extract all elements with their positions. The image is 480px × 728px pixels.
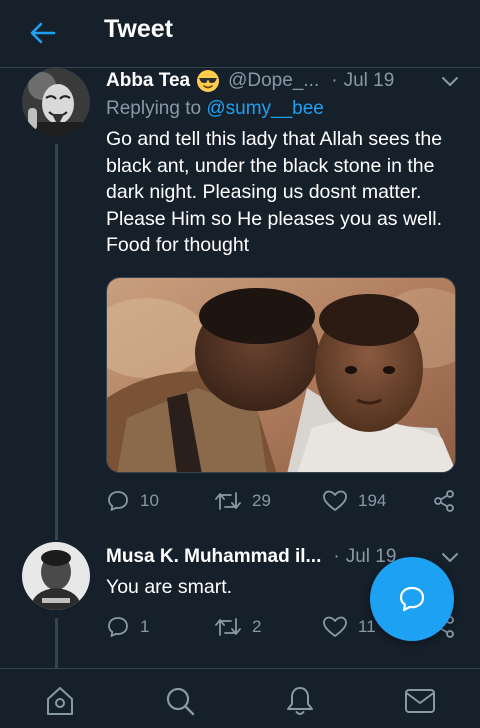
like-count: 11 — [358, 617, 376, 636]
separator-dot: · — [331, 70, 338, 91]
replying-to: Replying to @sumy__bee — [106, 98, 324, 119]
reply-button[interactable]: 10 — [106, 486, 159, 516]
tweet-text: Go and tell this lady that Allah sees th… — [106, 128, 443, 256]
tweet[interactable]: Abba Tea @Dope_... · Jul 19 Replying to … — [0, 68, 480, 540]
nav-home[interactable] — [42, 683, 78, 719]
retweet-button[interactable]: 2 — [214, 612, 261, 642]
share-icon — [434, 490, 454, 512]
search-icon — [166, 687, 195, 716]
back-button[interactable] — [26, 18, 60, 48]
tweet-media-image[interactable] — [106, 277, 456, 473]
heart-icon — [323, 616, 347, 637]
arrow-left-icon — [30, 22, 56, 44]
reply-count: 10 — [140, 491, 159, 510]
avatar[interactable] — [22, 68, 90, 136]
reply-button[interactable]: 1 — [106, 612, 149, 642]
mention-link[interactable]: @sumy__bee — [206, 98, 324, 119]
compose-reply-button[interactable] — [370, 557, 454, 641]
separator-dot: · — [333, 546, 340, 567]
display-name[interactable]: Abba Tea — [106, 70, 190, 92]
heart-icon — [323, 490, 347, 511]
tweet-actions: 10 29 194 — [106, 486, 466, 516]
retweet-icon — [215, 618, 241, 636]
app-header: Tweet — [0, 0, 480, 68]
nav-messages[interactable] — [402, 683, 438, 719]
bottom-navigation — [0, 668, 480, 728]
messages-icon — [405, 689, 435, 713]
tweet-date[interactable]: Jul 19 — [344, 70, 395, 92]
retweet-count: 2 — [252, 617, 262, 636]
like-count: 194 — [358, 491, 387, 510]
user-handle[interactable]: @Dope_... — [228, 70, 319, 92]
like-button[interactable]: 11 — [322, 612, 376, 642]
thread-line — [55, 618, 58, 670]
comment-icon — [108, 491, 128, 511]
chevron-down-icon[interactable] — [440, 71, 460, 91]
reply-count: 1 — [140, 617, 150, 636]
page-title: Tweet — [104, 15, 173, 43]
comment-icon — [108, 617, 128, 637]
display-name[interactable]: Musa K. Muhammad il... — [106, 546, 321, 568]
notifications-icon — [287, 687, 313, 715]
chevron-down-icon[interactable] — [440, 547, 460, 567]
avatar[interactable] — [22, 542, 90, 610]
nav-search[interactable] — [162, 683, 198, 719]
home-icon — [47, 687, 73, 715]
retweet-button[interactable]: 29 — [214, 486, 271, 516]
thread-line — [55, 144, 58, 540]
retweet-icon — [215, 492, 241, 510]
retweet-count: 29 — [252, 491, 271, 510]
sunglasses-emoji-icon — [197, 70, 220, 92]
nav-notifications[interactable] — [282, 683, 318, 719]
compose-reply-icon — [399, 586, 425, 612]
share-button[interactable] — [432, 486, 456, 516]
like-button[interactable]: 194 — [322, 486, 386, 516]
